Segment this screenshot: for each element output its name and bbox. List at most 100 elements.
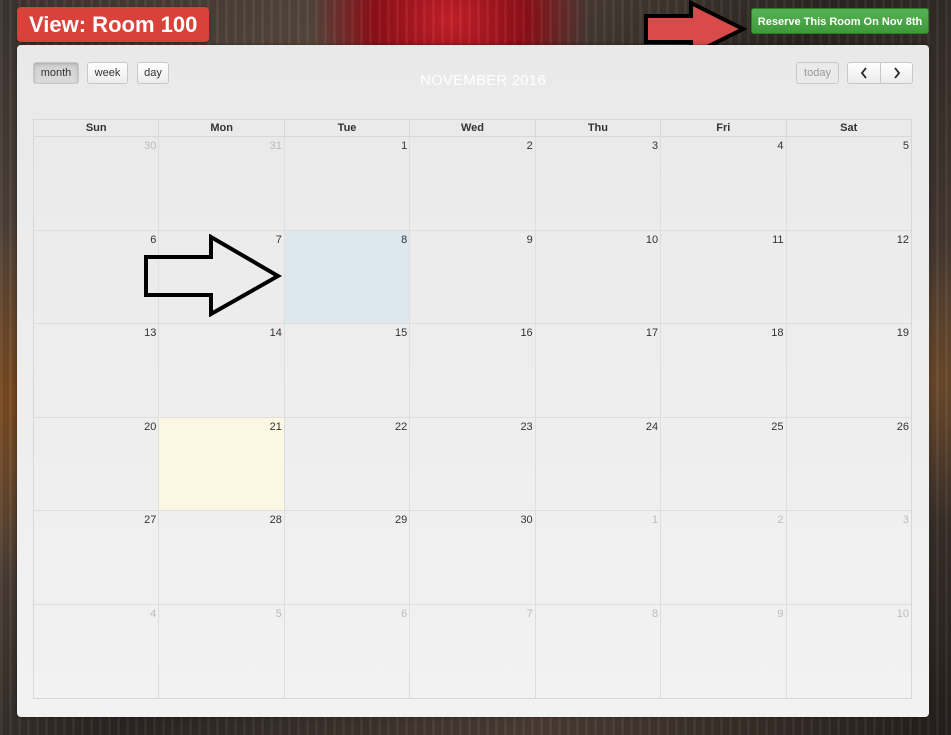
month-grid: Sun Mon Tue Wed Thu Fri Sat 30 31 1 2 3 4 5 6 7 8 9 10 11 1… — [33, 119, 912, 699]
day-cell[interactable]: 26 — [787, 418, 911, 511]
day-number: 27 — [144, 514, 157, 526]
day-cell[interactable]: 4 — [661, 137, 787, 230]
day-number: 11 — [772, 233, 784, 246]
day-cell[interactable]: 2 — [410, 137, 536, 230]
day-cell[interactable]: 30 — [410, 511, 536, 604]
week-row: 4 5 6 7 8 9 10 — [34, 604, 911, 699]
day-number: 6 — [401, 607, 408, 620]
day-number: 13 — [144, 327, 157, 339]
day-cell[interactable]: 1 — [536, 511, 662, 604]
day-number: 5 — [902, 140, 909, 152]
day-number: 31 — [269, 140, 282, 152]
day-cell[interactable]: 5 — [159, 604, 285, 698]
day-cell[interactable]: 9 — [661, 604, 787, 698]
day-cell[interactable]: 22 — [285, 417, 411, 510]
day-number: 1 — [651, 514, 659, 526]
calendar-panel: month week day NOVEMBER 2016 today Sun Mo… — [17, 45, 929, 717]
today-button[interactable]: today — [796, 62, 839, 84]
day-cell[interactable]: 17 — [536, 324, 662, 417]
weekday-fri: Fri — [661, 120, 787, 136]
week-row: 13 14 15 16 17 18 19 — [34, 324, 911, 418]
reserve-room-button[interactable]: Reserve This Room On Nov 8th — [751, 8, 929, 34]
day-number: 30 — [144, 140, 157, 152]
week-row: 30 31 1 2 3 4 5 — [34, 137, 911, 231]
day-number: 28 — [269, 514, 282, 526]
day-number: 10 — [896, 607, 909, 620]
day-number: 30 — [520, 514, 533, 526]
day-number: 3 — [651, 140, 659, 152]
prev-button[interactable] — [847, 62, 881, 84]
day-cell[interactable]: 27 — [34, 511, 160, 604]
day-number: 4 — [777, 140, 784, 152]
next-button[interactable] — [880, 62, 913, 84]
day-number: 16 — [520, 327, 533, 339]
weekday-sat: Sat — [840, 122, 858, 134]
chevron-right-icon — [893, 67, 900, 79]
weekday-header: Sun Mon Tue Wed Thu Fri Sat — [34, 120, 911, 137]
day-cell[interactable]: 5 — [787, 137, 911, 230]
day-number: 2 — [526, 140, 533, 152]
day-number: 14 — [269, 327, 282, 339]
weekday-sun: Sun — [34, 120, 160, 136]
day-cell[interactable]: 14 — [159, 324, 285, 417]
day-number: 19 — [896, 327, 909, 339]
day-number: 26 — [896, 420, 909, 433]
day-cell-selected[interactable]: 8 — [284, 230, 411, 323]
week-row: 20 21 22 23 24 25 26 — [34, 417, 911, 511]
day-cell[interactable]: 2 — [661, 511, 787, 604]
day-cell[interactable]: 7 — [410, 604, 536, 698]
day-number: 8 — [401, 233, 408, 246]
day-number: 22 — [395, 420, 408, 433]
day-cell[interactable]: 3 — [787, 511, 911, 604]
day-cell-today[interactable]: 21 — [159, 417, 285, 510]
day-cell[interactable]: 3 — [536, 137, 662, 230]
day-number: 8 — [651, 607, 659, 620]
day-cell[interactable]: 8 — [536, 604, 662, 698]
day-cell[interactable]: 28 — [159, 511, 285, 604]
day-cell[interactable]: 18 — [661, 324, 787, 417]
weekday-mon: Mon — [159, 120, 285, 136]
day-number: 12 — [896, 233, 909, 246]
day-cell[interactable]: 31 — [159, 137, 285, 230]
weeks-container: 30 31 1 2 3 4 5 6 7 8 9 10 11 12 13 14 15 16 17 18 19 20 21 22 2… — [34, 137, 911, 698]
day-number: 24 — [645, 420, 659, 433]
day-cell[interactable]: 12 — [787, 231, 911, 324]
day-cell[interactable]: 25 — [661, 417, 787, 510]
day-cell[interactable]: 6 — [34, 230, 160, 323]
day-number: 25 — [771, 420, 784, 433]
day-cell[interactable]: 19 — [787, 324, 911, 417]
day-number: 9 — [526, 233, 533, 246]
day-cell[interactable]: 10 — [536, 230, 662, 323]
day-number: 5 — [275, 607, 282, 620]
day-cell[interactable]: 23 — [410, 417, 536, 510]
day-number: 23 — [520, 420, 533, 433]
day-number: 9 — [777, 607, 784, 620]
day-number: 20 — [144, 420, 157, 433]
week-row: 27 28 29 30 1 2 3 — [34, 511, 911, 605]
weekday-thu: Thu — [536, 120, 662, 136]
day-cell[interactable]: 20 — [34, 417, 160, 510]
day-cell[interactable]: 29 — [285, 511, 411, 604]
weekday-tue: Tue — [285, 120, 411, 136]
day-number: 15 — [395, 327, 408, 339]
day-cell[interactable]: 9 — [410, 230, 536, 323]
day-cell[interactable]: 10 — [787, 605, 911, 699]
day-number: 4 — [150, 607, 157, 620]
day-cell[interactable]: 16 — [410, 324, 536, 417]
weekday-wed: Wed — [410, 120, 536, 136]
day-number: 21 — [269, 420, 282, 433]
day-cell[interactable]: 1 — [285, 137, 411, 230]
day-cell[interactable]: 6 — [285, 604, 411, 698]
day-number: 2 — [777, 514, 784, 526]
day-number: 7 — [526, 607, 533, 620]
chevron-left-icon — [860, 67, 867, 79]
room-title: View: Room 100 — [17, 7, 210, 42]
day-cell[interactable]: 30 — [34, 137, 160, 230]
day-number: 10 — [645, 233, 659, 246]
black-arrow-icon — [144, 234, 283, 317]
day-cell[interactable]: 24 — [536, 417, 662, 510]
day-cell[interactable]: 11 — [661, 230, 787, 323]
day-cell[interactable]: 15 — [285, 324, 411, 417]
day-cell[interactable]: 13 — [34, 324, 160, 417]
day-cell[interactable]: 4 — [34, 604, 160, 698]
